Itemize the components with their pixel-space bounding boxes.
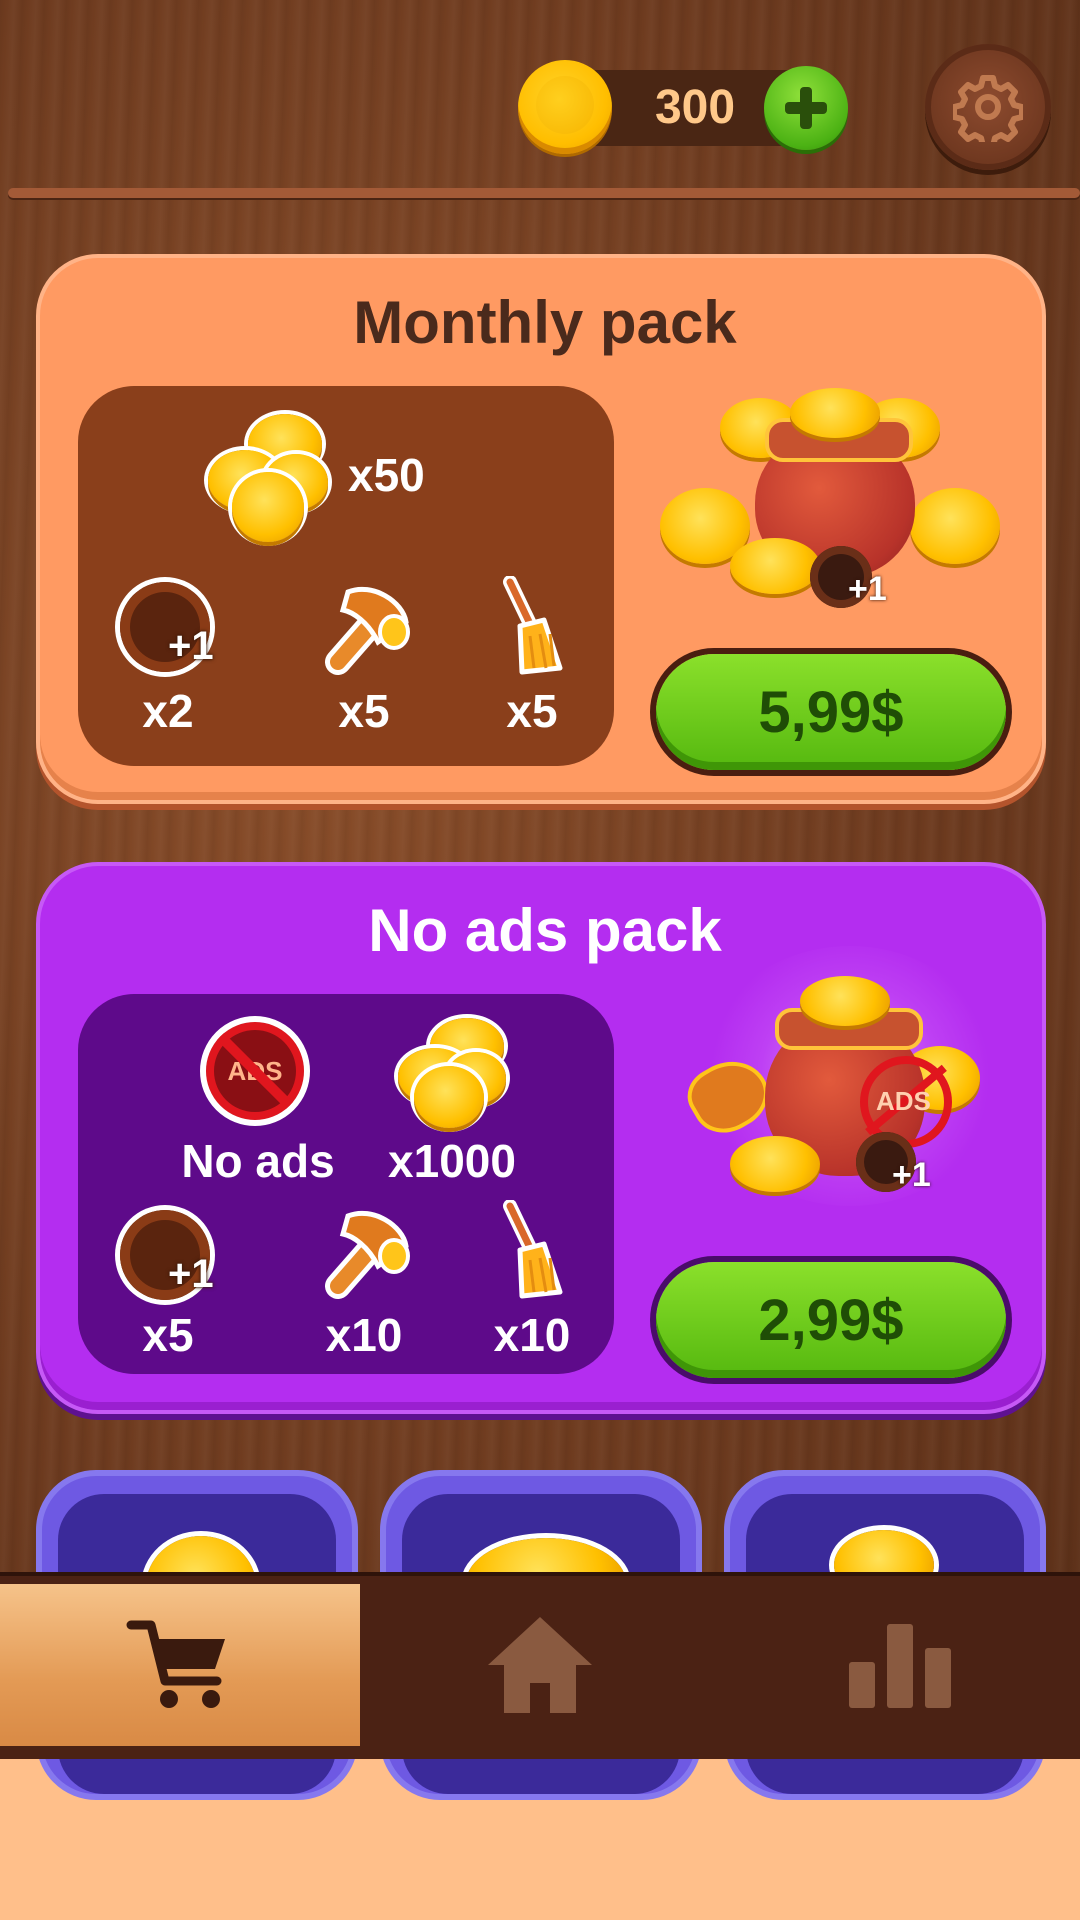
no-ads-pack-card: No ads pack ADS No ads x1000 +1 x5 x [36, 862, 1046, 1414]
broom-icon [503, 1200, 563, 1299]
monthly-pack-contents: x50 +1 x2 x5 x5 [78, 386, 614, 766]
tab-leaderboard[interactable] [720, 1584, 1080, 1746]
coin-icon [518, 60, 612, 154]
monthly-hammer-qty: x5 [338, 685, 390, 737]
no-ads-icon: ADS [200, 1016, 310, 1126]
plus-icon [785, 87, 827, 129]
reward-plus-one-badge: +1 [848, 570, 887, 608]
monthly-pack-card: Monthly pack x50 +1 x2 x5 x5 +1 5,99$ [36, 254, 1046, 804]
bottom-navigation [0, 1572, 1080, 1759]
coin-stack-icon [198, 414, 338, 544]
no-ads-hole-qty: x5 [142, 1309, 194, 1361]
hole-plus-one-icon: +1 [120, 1210, 230, 1306]
hammer-icon [325, 1210, 410, 1299]
monthly-treasure-bag-image: +1 [660, 338, 1010, 608]
coin-stack-icon [390, 1018, 520, 1128]
cart-icon [126, 1620, 225, 1708]
plus-one-badge: +1 [168, 624, 214, 668]
reward-plus-one-badge: +1 [892, 1156, 931, 1194]
leaderboard-icon [849, 1624, 951, 1708]
reward-no-ads-badge: ADS [876, 1086, 931, 1116]
monthly-hole-qty: x2 [142, 685, 194, 737]
hammer-icon [325, 586, 410, 675]
monthly-broom-qty: x5 [506, 685, 558, 737]
add-coins-button[interactable] [764, 66, 848, 150]
gear-icon [953, 75, 1023, 142]
monthly-pack-buy-button[interactable]: 5,99$ [656, 654, 1006, 770]
settings-button[interactable] [925, 44, 1051, 170]
coin-count: 300 [654, 81, 736, 134]
no-ads-hammer-qty: x10 [325, 1309, 403, 1361]
plus-one-badge: +1 [168, 1252, 214, 1296]
home-icon [488, 1617, 592, 1713]
no-ads-pack-buy-button[interactable]: 2,99$ [656, 1262, 1006, 1378]
tab-shop[interactable] [0, 1584, 360, 1746]
no-ads-coins-qty: x1000 [388, 1135, 516, 1187]
header-divider [8, 188, 1080, 198]
no-ads-treasure-bag-image: ADS +1 [678, 936, 1010, 1216]
no-ads-pack-contents: ADS No ads x1000 +1 x5 x10 [78, 994, 614, 1374]
monthly-coins-qty: x50 [348, 449, 425, 501]
tab-home[interactable] [360, 1584, 720, 1746]
hole-plus-one-icon: +1 [120, 582, 230, 678]
no-ads-broom-qty: x10 [493, 1309, 571, 1361]
no-ads-label: No ads [181, 1135, 335, 1187]
broom-icon [503, 576, 563, 675]
